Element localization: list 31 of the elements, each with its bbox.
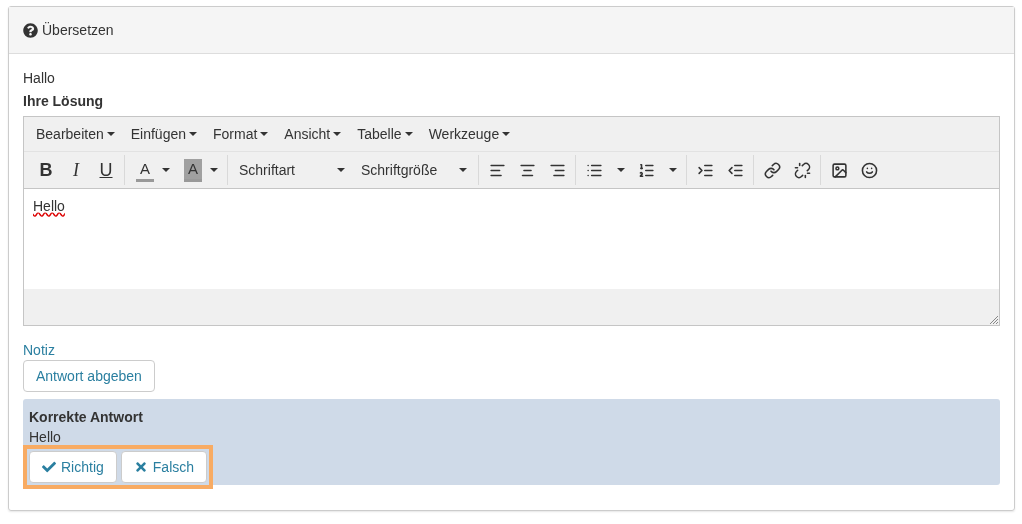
help-icon [23,22,38,38]
caret-icon[interactable] [162,168,170,172]
menu-item[interactable]: Werkzeuge [420,126,519,142]
resize-handle-icon[interactable] [989,315,999,325]
menu-item[interactable]: Ansicht [276,126,350,142]
correct-answer-text: Hello [29,428,62,447]
menu-item[interactable]: Einfügen [122,126,205,142]
solution-label: Ihre Lösung [23,92,105,111]
bold-button[interactable]: B [31,156,61,184]
submit-button[interactable]: Antwort abgeben [23,360,155,392]
caret-icon[interactable] [617,168,625,172]
menu-item[interactable]: Tabelle [349,126,421,142]
menu-item[interactable]: Bearbeiten [28,126,123,142]
italic-button[interactable]: I [61,156,91,184]
correct-answer-title: Korrekte Antwort [29,408,144,427]
caret-icon[interactable] [669,168,677,172]
background-color-button[interactable]: A [184,158,202,182]
note-link[interactable]: Notiz [23,340,1000,360]
editor-text: Hello [33,198,65,214]
wrong-button[interactable]: Falsch [120,451,208,483]
panel-title: Übersetzen [42,21,114,40]
close-icon [133,460,148,474]
caret-icon[interactable] [210,168,218,172]
text-color-button[interactable]: A [136,158,154,182]
font-family-select[interactable]: Schriftart [231,162,353,178]
prompt-text: Hallo [23,69,56,88]
check-icon [42,460,56,474]
font-size-select[interactable]: Schriftgröße [353,162,475,178]
menu-item[interactable]: Format [205,126,277,142]
correct-button[interactable]: Richtig [29,451,117,483]
underline-button[interactable]: U [91,156,121,184]
